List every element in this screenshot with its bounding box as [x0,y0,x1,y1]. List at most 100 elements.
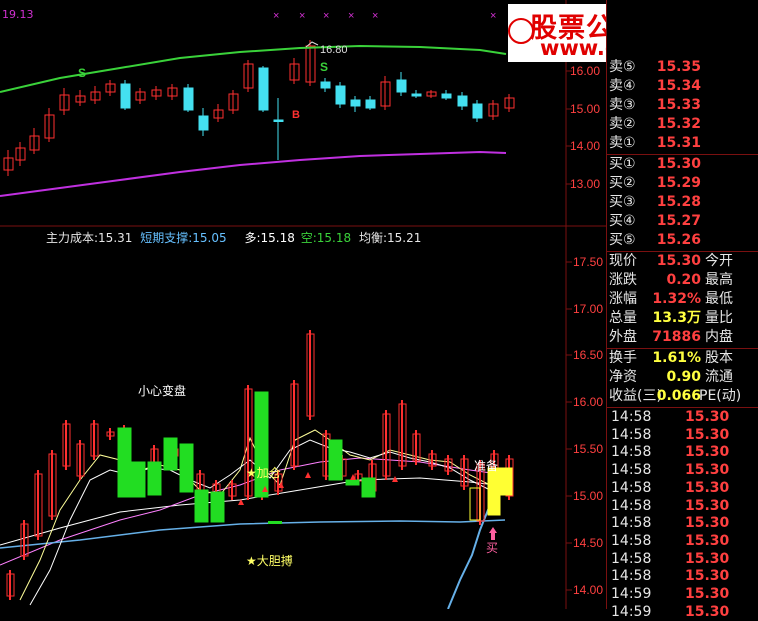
cross-mark: × [323,10,329,22]
stats-label: 收益(三) [609,388,662,404]
buy-price: 15.27 [656,213,701,229]
signal-box [117,427,132,498]
junheng-label: 均衡: [358,231,387,245]
sell-label: 卖④ [609,78,636,94]
upper-candle-body [273,119,284,122]
duo-value: 15.18 [260,231,295,245]
lower-axis-label: 16.50 [573,348,603,362]
signal-box [469,487,481,521]
lower-axis-label: 15.00 [573,489,603,503]
quote-value: 71886 [652,329,701,345]
signal-b-label: B [292,109,300,121]
tick-row: 14:59 15.30 [607,604,758,621]
buy-row-5[interactable]: 买⑤ 15.26 [607,231,758,250]
signal-box [487,467,501,516]
quote-label-2: 最低 [705,291,733,307]
upper-candle-body [198,115,209,131]
quote-label: 总量 [609,310,637,326]
upper-candle-body [365,99,376,109]
tick-row: 14:58 15.30 [607,427,758,444]
buy-arrow-icon [489,527,497,540]
lower-axis-label: 15.50 [573,442,603,456]
buy-price: 15.29 [656,175,701,191]
quote-row: 涨跌 0.20 最高 [607,271,758,290]
tick-time: 14:58 [611,426,652,443]
buy-row-3[interactable]: 买③ 15.28 [607,193,758,212]
quote-label: 涨幅 [609,291,637,307]
upper-candle-body [411,93,422,97]
signal-box [147,461,162,496]
tick-row: 14:59 15.30 [607,586,758,603]
tick-price: 15.30 [685,550,730,567]
buy-label: 买④ [609,213,636,229]
buy-label: 买③ [609,194,636,210]
lower-band-line [0,150,507,197]
lower-grid [566,261,572,591]
duo-label: 多: [244,231,261,245]
stats-label-2: 流通 [705,369,733,385]
quote-row: 外盘 71886 内盘 [607,328,758,347]
stats-row: 换手 1.61% 股本 [607,349,758,368]
tick-price: 15.30 [685,568,730,585]
upper-candles [3,40,515,176]
upper-candle-body [120,83,131,109]
sell-label: 卖③ [609,97,636,113]
upper-candle-body [396,79,407,93]
upper-axis-label: 14.00 [570,139,600,153]
tick-row: 14:58 15.30 [607,551,758,568]
tick-price: 15.30 [685,515,730,532]
tick-row: 14:58 15.30 [607,480,758,497]
tick-row: 14:58 15.30 [607,444,758,461]
sell-row-1[interactable]: 卖① 15.31 [607,134,758,153]
junheng-value: 15.21 [386,231,422,245]
stats-value: 1.61% [652,350,701,366]
tick-row: 14:58 15.30 [607,515,758,532]
quote-label-2: 今开 [705,253,733,269]
quote-value: 13.3万 [652,310,701,326]
cross-mark: × [490,10,496,22]
buy-row-2[interactable]: 买② 15.29 [607,174,758,193]
stats-row: 净资 0.90 流通 [607,368,758,387]
quote-row: 涨幅 1.32% 最低 [607,290,758,309]
sell-row-5[interactable]: 卖⑤ 15.35 [607,58,758,77]
tick-time: 14:58 [611,444,652,461]
tick-price: 15.30 [685,462,730,479]
stats-label-2: 股本 [705,350,733,366]
chart-area[interactable]: 16.00 15.00 14.00 13.00 17.50 17.00 16.5… [0,0,606,609]
stats-value: 0.90 [666,369,701,385]
lower-axis-label: 14.50 [573,536,603,550]
zhicheng-value: 15.05 [192,231,227,245]
tick-time: 14:59 [611,603,652,620]
sell-label: 卖② [609,116,636,132]
tick-price: 15.30 [685,479,730,496]
signal-box [328,439,343,481]
tick-time: 14:58 [611,497,652,514]
sell-row-4[interactable]: 卖④ 15.34 [607,77,758,96]
top-left-price: 19.13 [2,8,34,21]
signal-box [194,489,209,523]
tick-row: 14:58 15.30 [607,568,758,585]
tick-price: 15.30 [685,497,730,514]
sell-price: 15.34 [656,78,701,94]
signal-dash [268,521,282,524]
buy-row-1[interactable]: 买① 15.30 [607,155,758,174]
signal-s-label: S [78,66,86,80]
stats-row: 收益(三) 0.066 PE(动) [607,387,758,406]
buy-label: 买⑤ [609,232,636,248]
annotation-dadan: ★大胆搏 [246,554,293,568]
sell-row-3[interactable]: 卖③ 15.33 [607,96,758,115]
buy-row-4[interactable]: 买④ 15.27 [607,212,758,231]
signal-box [499,467,513,496]
zhuli-value: 15.31 [98,231,133,245]
lower-axis-label: 16.00 [573,395,603,409]
tick-row: 14:58 15.30 [607,462,758,479]
tick-price: 15.30 [685,603,730,620]
signal-box [131,461,146,498]
kline-chart[interactable]: 16.00 15.00 14.00 13.00 17.50 17.00 16.5… [0,0,606,609]
info-bar: 主力成本:15.31 短期支撑:15.05 多:15.18 空:15.18 均衡… [46,229,421,246]
sell-price: 15.35 [656,59,701,75]
sell-row-2[interactable]: 卖② 15.32 [607,115,758,134]
tick-time: 14:59 [611,586,652,602]
zhicheng-label: 短期支撑: [140,231,193,245]
upper-candle-body [457,95,468,107]
